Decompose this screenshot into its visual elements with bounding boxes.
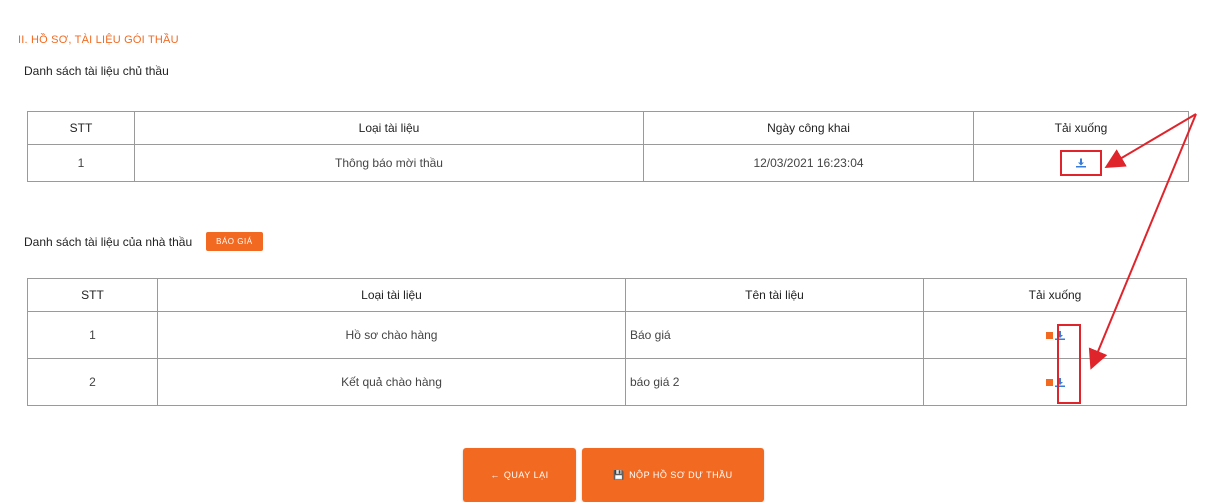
col-download: Tải xuống [923, 278, 1187, 312]
contractor-docs-table: STT Loại tài liệu Tên tài liệu Tải xuống… [27, 278, 1187, 406]
col-doc-name: Tên tài liệu [625, 278, 924, 312]
col-stt: STT [27, 111, 135, 145]
investor-docs-table: STT Loại tài liệu Ngày công khai Tải xuố… [27, 111, 1189, 182]
table-row: 2 Kết quả chào hàng báo giá 2 [27, 358, 1187, 406]
contractor-docs-header: Danh sách tài liệu của nhà thầu BÁO GIÁ [24, 232, 263, 251]
row-doc-type: Hồ sơ chào hàng [157, 311, 626, 359]
contractor-docs-title: Danh sách tài liệu của nhà thầu [24, 234, 193, 249]
col-doc-type: Loại tài liệu [134, 111, 644, 145]
arrow-left-icon: ← [490, 470, 500, 480]
table-header-row: STT Loại tài liệu Tên tài liệu Tải xuống [27, 278, 1187, 312]
row-download-cell [923, 358, 1187, 406]
row-doc-type: Thông báo mời thầu [134, 144, 644, 182]
save-icon: 💾 [613, 469, 626, 480]
download-highlight-box [1057, 324, 1081, 404]
row-download-cell [973, 144, 1189, 182]
row-stt: 2 [27, 358, 158, 406]
row-doc-name: báo giá 2 [625, 358, 924, 406]
row-download-cell [923, 311, 1187, 359]
col-publish-date: Ngày công khai [643, 111, 974, 145]
table-row: 1 Thông báo mời thầu 12/03/2021 16:23:04 [27, 144, 1189, 182]
file-icon[interactable] [1045, 332, 1053, 339]
table-row: 1 Hồ sơ chào hàng Báo giá [27, 311, 1187, 359]
annotation-arrows [1088, 113, 1197, 370]
row-publish-date: 12/03/2021 16:23:04 [643, 144, 974, 182]
row-doc-type: Kết quả chào hàng [157, 358, 626, 406]
submit-button-label: NỘP HỒ SƠ DỰ THẦU [629, 470, 733, 480]
submit-bid-button[interactable]: 💾 NỘP HỒ SƠ DỰ THẦU [582, 448, 764, 502]
row-stt: 1 [27, 311, 158, 359]
download-button[interactable] [1060, 150, 1102, 176]
quote-badge[interactable]: BÁO GIÁ [206, 232, 263, 251]
file-icon[interactable] [1045, 379, 1053, 386]
col-stt: STT [27, 278, 158, 312]
row-doc-name: Báo giá [625, 311, 924, 359]
back-button[interactable]: ← QUAY LẠI [463, 448, 576, 502]
download-icon [1076, 158, 1086, 168]
section-title: II. HỒ SƠ, TÀI LIỆU GÓI THẦU [18, 34, 179, 46]
col-doc-type: Loại tài liệu [157, 278, 626, 312]
investor-docs-title: Danh sách tài liệu chủ thầu [24, 64, 169, 78]
row-stt: 1 [27, 144, 135, 182]
back-button-label: QUAY LẠI [503, 470, 549, 480]
col-download: Tải xuống [973, 111, 1189, 145]
table-header-row: STT Loại tài liệu Ngày công khai Tải xuố… [27, 111, 1189, 145]
